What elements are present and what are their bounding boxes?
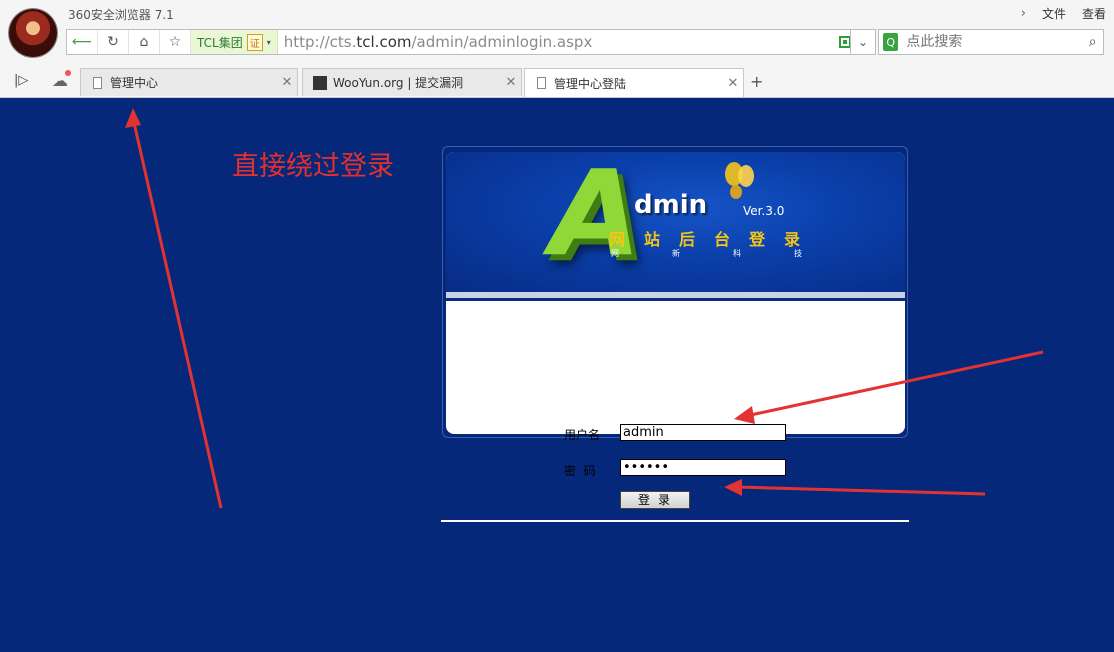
arrow-to-login: [724, 479, 986, 496]
arrow-to-tab: [125, 108, 223, 509]
arrow-to-username: [734, 350, 1044, 424]
annotation-arrows: [125, 108, 1044, 509]
